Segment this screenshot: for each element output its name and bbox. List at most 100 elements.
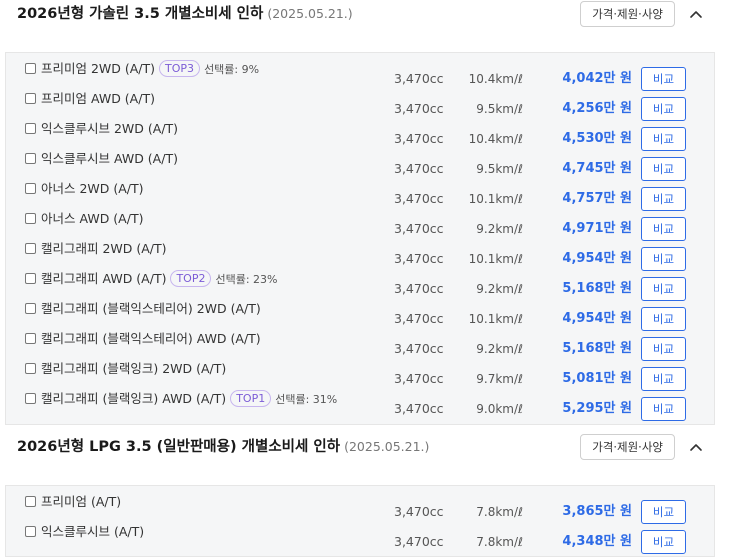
trim-checkbox[interactable] — [25, 496, 36, 507]
selection-rate: 선택률: 23% — [215, 273, 278, 286]
trim-row: 아너스 2WD (A/T) 3,470cc 10.1km/ℓ 4,757만 원 비교 — [6, 179, 714, 211]
trim-name: 아너스 2WD (A/T) — [41, 181, 144, 196]
trim-row: 캘리그래피 (블랙잉크) AWD (A/T) TOP1 선택률: 31% 3,470c… — [6, 389, 714, 421]
trim-price: 4,757만 원 — [562, 191, 632, 206]
fuel-efficiency: 9.5km/ℓ — [476, 102, 523, 116]
trim-checkbox[interactable] — [25, 526, 36, 537]
trim-table: 프리미엄 2WD (A/T) TOP3 선택률: 9% 3,470cc 10.4km/ℓ… — [5, 52, 715, 425]
top-rank-badge: TOP1 — [230, 390, 272, 407]
trim-checkbox[interactable] — [25, 153, 36, 164]
trim-name: 프리미엄 AWD (A/T) — [41, 91, 155, 106]
top-rank-badge: TOP2 — [170, 270, 212, 287]
trim-checkbox[interactable] — [25, 93, 36, 104]
displacement: 3,470cc — [394, 504, 444, 519]
section-date: (2025.05.21.) — [267, 6, 353, 21]
displacement: 3,470cc — [394, 341, 444, 356]
trim-row: 캘리그래피 (블랙잉크) 2WD (A/T) 3,470cc 9.7km/ℓ 5,08… — [6, 359, 714, 391]
trim-checkbox[interactable] — [25, 63, 36, 74]
fuel-efficiency: 9.2km/ℓ — [476, 222, 523, 236]
trim-price: 4,954만 원 — [562, 251, 632, 266]
compare-button[interactable]: 비교 — [641, 307, 686, 331]
trim-checkbox[interactable] — [25, 213, 36, 224]
trim-checkbox[interactable] — [25, 243, 36, 254]
trim-price: 4,971만 원 — [562, 221, 632, 236]
trim-checkbox[interactable] — [25, 273, 36, 284]
trim-checkbox[interactable] — [25, 303, 36, 314]
trim-row: 캘리그래피 AWD (A/T) TOP2 선택률: 23% 3,470cc 9.2km/… — [6, 269, 714, 301]
top-rank-badge: TOP3 — [159, 60, 201, 77]
fuel-efficiency: 7.8km/ℓ — [476, 505, 523, 519]
trim-name-cell: 캘리그래피 (블랙잉크) AWD (A/T) TOP1 선택률: 31% — [41, 389, 337, 409]
trim-section: 2026년형 LPG 3.5 (일반판매용) 개별소비세 인하 (2025.05.… — [0, 433, 730, 557]
compare-button[interactable]: 비교 — [641, 187, 686, 211]
trim-checkbox[interactable] — [25, 393, 36, 404]
compare-button[interactable]: 비교 — [641, 397, 686, 421]
compare-button[interactable]: 비교 — [641, 500, 686, 524]
trim-checkbox[interactable] — [25, 183, 36, 194]
trim-row: 프리미엄 2WD (A/T) TOP3 선택률: 9% 3,470cc 10.4km/ℓ… — [6, 59, 714, 91]
fuel-efficiency: 10.1km/ℓ — [468, 192, 523, 206]
trim-name: 캘리그래피 (블랙익스테리어) 2WD (A/T) — [41, 301, 261, 316]
compare-button[interactable]: 비교 — [641, 530, 686, 554]
trim-name-cell: 익스클루시브 2WD (A/T) — [41, 119, 178, 139]
trim-row: 익스클루시브 2WD (A/T) 3,470cc 10.4km/ℓ 4,530만 원 비… — [6, 119, 714, 151]
trim-price: 4,530만 원 — [562, 131, 632, 146]
displacement: 3,470cc — [394, 311, 444, 326]
displacement: 3,470cc — [394, 161, 444, 176]
trim-name-cell: 캘리그래피 (블랙잉크) 2WD (A/T) — [41, 359, 226, 379]
trim-row: 캘리그래피 (블랙익스테리어) AWD (A/T) 3,470cc 9.2km/ℓ 5… — [6, 329, 714, 361]
section-title: 2026년형 LPG 3.5 (일반판매용) 개별소비세 인하 (2025.05.… — [17, 433, 429, 461]
trim-price: 4,745만 원 — [562, 161, 632, 176]
trim-name: 익스클루시브 (A/T) — [41, 524, 145, 539]
trim-price: 5,168만 원 — [562, 341, 632, 356]
fuel-efficiency: 9.2km/ℓ — [476, 282, 523, 296]
trim-name-cell: 아너스 AWD (A/T) — [41, 209, 143, 229]
price-spec-button[interactable]: 가격·제원·사양 — [580, 434, 675, 460]
trim-checkbox[interactable] — [25, 363, 36, 374]
trim-price: 5,295만 원 — [562, 401, 632, 416]
section-header: 2026년형 가솔린 3.5 개별소비세 인하 (2025.05.21.) 가격·제… — [0, 0, 730, 52]
trim-name-cell: 캘리그래피 (블랙익스테리어) 2WD (A/T) — [41, 299, 261, 319]
trim-name: 익스클루시브 AWD (A/T) — [41, 151, 178, 166]
trim-name-cell: 익스클루시브 (A/T) — [41, 522, 144, 542]
displacement: 3,470cc — [394, 251, 444, 266]
trim-table: 프리미엄 (A/T) 3,470cc 7.8km/ℓ 3,865만 원 비교 익스클루시브… — [5, 485, 715, 557]
displacement: 3,470cc — [394, 371, 444, 386]
section-title: 2026년형 가솔린 3.5 개별소비세 인하 (2025.05.21.) — [17, 0, 353, 28]
compare-button[interactable]: 비교 — [641, 97, 686, 121]
trim-price: 4,042만 원 — [562, 71, 632, 86]
section-title-text: 2026년형 가솔린 3.5 개별소비세 인하 — [17, 6, 264, 22]
trim-name-cell: 익스클루시브 AWD (A/T) — [41, 149, 178, 169]
trim-name: 캘리그래피 AWD (A/T) — [41, 271, 167, 286]
compare-button[interactable]: 비교 — [641, 247, 686, 271]
trim-name: 프리미엄 (A/T) — [41, 494, 122, 509]
compare-button[interactable]: 비교 — [641, 67, 686, 91]
displacement: 3,470cc — [394, 131, 444, 146]
trim-name-cell: 프리미엄 (A/T) — [41, 492, 121, 512]
selection-rate: 선택률: 31% — [275, 393, 338, 406]
compare-button[interactable]: 비교 — [641, 217, 686, 241]
price-spec-button[interactable]: 가격·제원·사양 — [580, 1, 675, 27]
compare-button[interactable]: 비교 — [641, 337, 686, 361]
compare-button[interactable]: 비교 — [641, 367, 686, 391]
compare-button[interactable]: 비교 — [641, 277, 686, 301]
trim-checkbox[interactable] — [25, 333, 36, 344]
compare-button[interactable]: 비교 — [641, 157, 686, 181]
trim-price: 5,168만 원 — [562, 281, 632, 296]
fuel-efficiency: 10.1km/ℓ — [468, 312, 523, 326]
trim-row: 익스클루시브 AWD (A/T) 3,470cc 9.5km/ℓ 4,745만 원 비교 — [6, 149, 714, 181]
chevron-up-icon[interactable] — [686, 437, 706, 457]
fuel-efficiency: 9.2km/ℓ — [476, 342, 523, 356]
trim-checkbox[interactable] — [25, 123, 36, 134]
chevron-up-icon[interactable] — [686, 4, 706, 24]
displacement: 3,470cc — [394, 401, 444, 416]
displacement: 3,470cc — [394, 101, 444, 116]
trim-name-cell: 프리미엄 2WD (A/T) TOP3 선택률: 9% — [41, 59, 259, 79]
section-date: (2025.05.21.) — [344, 439, 430, 454]
trim-name-cell: 프리미엄 AWD (A/T) — [41, 89, 155, 109]
fuel-efficiency: 9.5km/ℓ — [476, 162, 523, 176]
trim-name: 익스클루시브 2WD (A/T) — [41, 121, 179, 136]
displacement: 3,470cc — [394, 221, 444, 236]
compare-button[interactable]: 비교 — [641, 127, 686, 151]
trim-name: 캘리그래피 (블랙잉크) 2WD (A/T) — [41, 361, 227, 376]
